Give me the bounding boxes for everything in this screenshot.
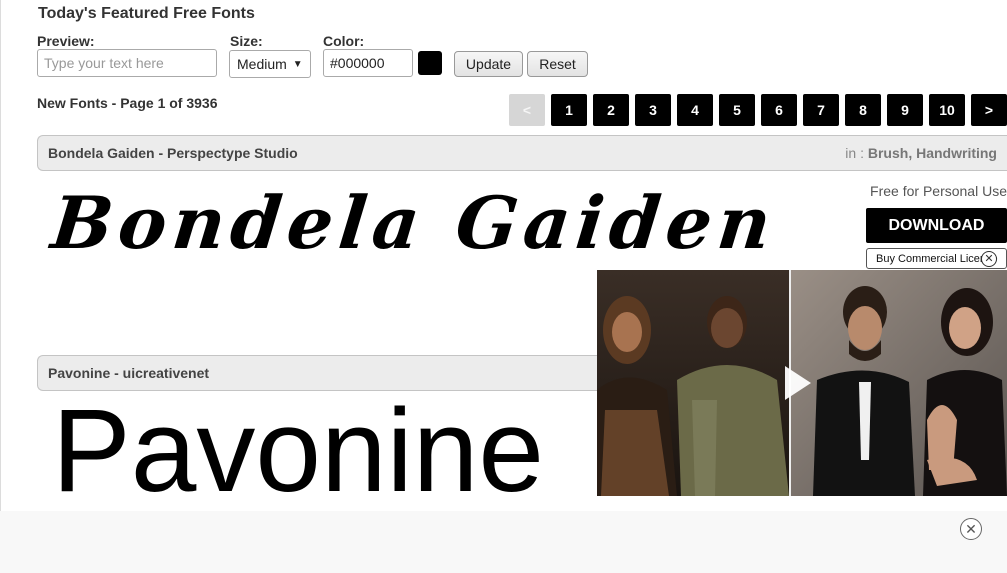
page-button[interactable]: 8 <box>845 94 881 126</box>
page-title: Today's Featured Free Fonts <box>38 5 255 22</box>
font-preview-image[interactable]: Pavonine <box>52 392 544 510</box>
color-label: Color: <box>323 33 365 49</box>
preview-text-input[interactable] <box>37 49 217 77</box>
licence-type: Free for Personal Use <box>870 183 1007 199</box>
category-links[interactable]: Brush, Handwriting <box>868 145 997 161</box>
page-button[interactable]: 9 <box>887 94 923 126</box>
bottom-ad-close-icon[interactable]: ✕ <box>960 518 982 540</box>
chevron-down-icon: ▼ <box>292 58 303 70</box>
video-thumbnail <box>597 270 1007 496</box>
pagination: < 1 2 3 4 5 6 7 8 9 10 > <box>509 94 1007 126</box>
page-info: New Fonts - Page 1 of 3936 <box>37 95 218 111</box>
page-button[interactable]: 2 <box>593 94 629 126</box>
size-select-value: Medium <box>237 56 287 72</box>
font-categories: in : Brush, Handwriting <box>845 145 997 161</box>
page-button[interactable]: 5 <box>719 94 755 126</box>
reset-button[interactable]: Reset <box>527 51 588 77</box>
category-prefix: in : <box>845 145 868 161</box>
font-header-bar: Bondela Gaiden - Perspectype Studio in :… <box>37 135 1007 171</box>
font-preview-image[interactable]: Bondela Gaiden <box>48 180 781 265</box>
page-button[interactable]: 7 <box>803 94 839 126</box>
page-button[interactable]: 1 <box>551 94 587 126</box>
page-button[interactable]: 4 <box>677 94 713 126</box>
font-title-link[interactable]: Pavonine - uicreativenet <box>48 365 209 381</box>
download-button[interactable]: DOWNLOAD <box>866 208 1007 243</box>
preview-label: Preview: <box>37 33 95 49</box>
ad-close-icon[interactable]: ✕ <box>981 251 997 267</box>
video-advertisement[interactable] <box>597 270 1007 496</box>
size-select[interactable]: Medium ▼ <box>229 50 311 78</box>
page-button[interactable]: 3 <box>635 94 671 126</box>
next-page-button[interactable]: > <box>971 94 1007 126</box>
color-input[interactable] <box>323 49 413 77</box>
left-border <box>0 0 1 573</box>
page-button[interactable]: 10 <box>929 94 965 126</box>
color-swatch[interactable] <box>418 51 442 75</box>
font-title-link[interactable]: Bondela Gaiden - Perspectype Studio <box>48 145 298 161</box>
prev-page-button[interactable]: < <box>509 94 545 126</box>
bottom-advertisement <box>0 511 1007 573</box>
update-button[interactable]: Update <box>454 51 523 77</box>
size-label: Size: <box>230 33 263 49</box>
page-button[interactable]: 6 <box>761 94 797 126</box>
